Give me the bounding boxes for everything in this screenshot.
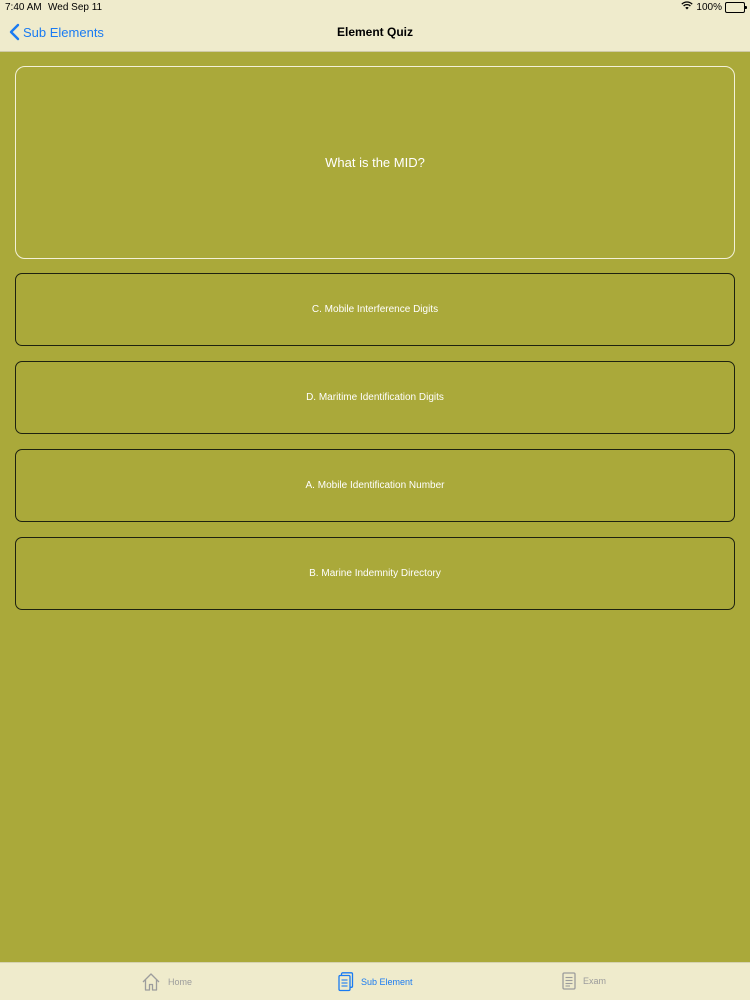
answer-label: D. Maritime Identification Digits: [306, 392, 444, 403]
page-title: Element Quiz: [336, 25, 413, 39]
tab-sub-element[interactable]: Sub Element: [338, 972, 413, 992]
quiz-screen: 7:40 AM Wed Sep 11 100% Sub Elements Ele…: [0, 0, 750, 1000]
answer-option-1[interactable]: C. Mobile Interference Digits: [15, 273, 735, 346]
status-indicators: 100%: [681, 1, 747, 13]
battery-percent: 100%: [696, 1, 722, 13]
document-stack-icon: [338, 972, 354, 992]
home-icon: [142, 973, 160, 991]
tab-home-label: Home: [168, 977, 193, 987]
answer-label: C. Mobile Interference Digits: [311, 304, 439, 315]
navigation-bar: Sub Elements Element Quiz: [0, 16, 750, 51]
answer-option-2[interactable]: D. Maritime Identification Digits: [15, 361, 735, 434]
answer-label: B. Marine Indemnity Directory: [309, 568, 441, 579]
top-bar: 7:40 AM Wed Sep 11 100% Sub Elements Ele…: [0, 0, 750, 52]
answer-option-4[interactable]: B. Marine Indemnity Directory: [15, 537, 735, 610]
status-date: Wed Sep 11: [48, 2, 103, 13]
answer-label: A. Mobile Identification Number: [305, 480, 445, 491]
document-icon: [562, 972, 576, 990]
tab-exam-label: Exam: [583, 976, 607, 986]
tab-home[interactable]: Home: [141, 972, 192, 992]
status-time: 7:40 AM: [5, 2, 42, 13]
battery-icon: [725, 1, 747, 13]
tab-bar: Home Sub Element Exam: [0, 962, 750, 1000]
tab-exam[interactable]: Exam: [562, 972, 606, 990]
question-text: What is the MID?: [325, 155, 425, 170]
status-bar: 7:40 AM Wed Sep 11 100%: [0, 0, 750, 16]
wifi-icon: [681, 1, 694, 13]
answer-option-3[interactable]: A. Mobile Identification Number: [15, 449, 735, 522]
question-card: What is the MID?: [15, 66, 735, 259]
tab-sub-element-label: Sub Element: [361, 977, 413, 987]
